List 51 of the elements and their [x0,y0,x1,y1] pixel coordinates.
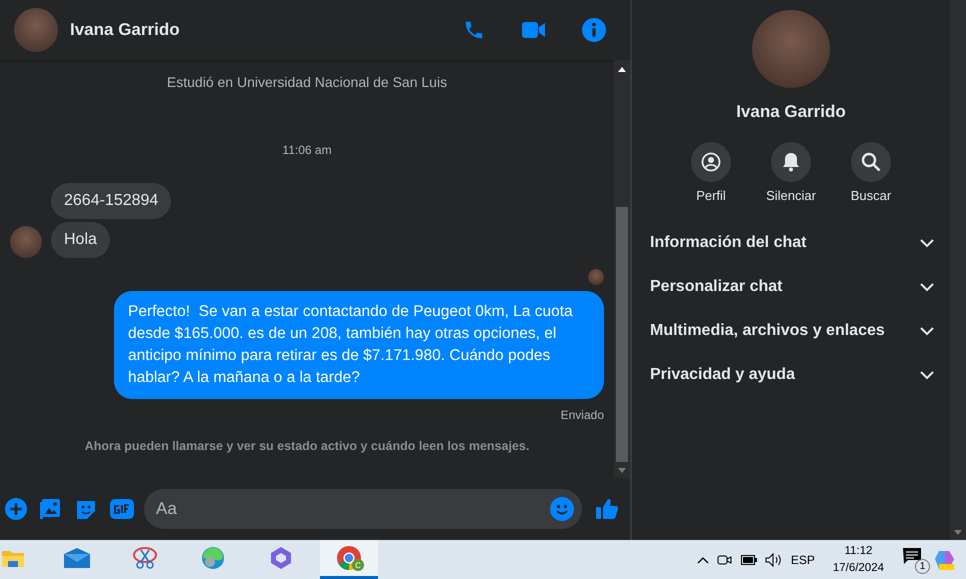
section-header[interactable]: Información del chat [650,221,934,265]
scrollbar[interactable] [950,0,966,540]
section-header[interactable]: Multimedia, archivos y enlaces [650,309,934,353]
contact-name: Ivana Garrido [70,20,181,40]
video-camera-icon [522,21,546,39]
incoming-message: Hola [51,222,110,258]
sent-status: Enviado [560,408,604,422]
sticker-icon [75,498,97,520]
profile-action-button[interactable]: Silenciar [762,142,820,203]
chevron-icon [920,282,934,292]
info-icon [582,18,606,42]
chevron-icon [920,326,934,336]
browser-icon [201,546,225,570]
message-input[interactable]: Aa [144,489,582,529]
profile-action-button[interactable]: Buscar [842,142,900,203]
scroll-down-arrow-icon[interactable] [954,530,962,536]
app-icon [270,546,292,570]
chevron-up-icon[interactable] [696,556,709,564]
section-header[interactable]: Privacidad y ayuda [650,353,934,397]
seen-avatar [588,269,604,285]
battery-icon[interactable] [740,554,757,564]
chevron-icon [920,238,934,248]
clock[interactable]: 11:12 17/6/2024 [832,542,884,576]
profile-action-button[interactable]: Perfil [682,142,740,203]
folder-icon [2,549,24,567]
profile-badge: C [352,559,364,571]
incoming-message: 2664-152894 [51,183,172,219]
language-indicator[interactable]: ESP [790,552,815,566]
emoji-icon[interactable] [550,497,574,521]
mail-icon [64,548,90,568]
profile-name: Ivana Garrido [736,102,846,122]
scroll-up-arrow-icon[interactable] [618,66,626,72]
speaker-icon[interactable] [764,552,783,566]
profile-info-text: Estudió en Universidad Nacional de San Luis [166,74,448,90]
scissors-icon [132,546,158,570]
avatar[interactable] [14,8,58,52]
search-icon [861,152,881,172]
copilot-icon[interactable] [934,548,956,570]
bell-icon [782,152,800,172]
avatar [10,226,42,258]
timestamp: 11:06 am [281,143,333,157]
scroll-down-arrow-icon[interactable] [618,468,626,474]
scrollbar[interactable] [614,60,630,478]
thumbs-up-icon [595,497,619,521]
outgoing-message: Perfecto! Se van a estar contactando de Peugeot 0km, La cuota desde $165.000. es de un 208, también hay otras opciones, el anticipo mínimo para retirar es de $7.171.980. Cuándo podes hablar? A la mañana o a la tarde? [114,291,604,399]
chevron-icon [920,370,934,380]
profile-icon [701,152,721,172]
camera-icon[interactable] [716,552,733,566]
phone-icon [463,19,485,41]
section-header[interactable]: Personalizar chat [650,265,934,309]
notice-text: Ahora pueden llamarse y ver su estado activo y cuándo leen los mensajes. [84,439,530,453]
